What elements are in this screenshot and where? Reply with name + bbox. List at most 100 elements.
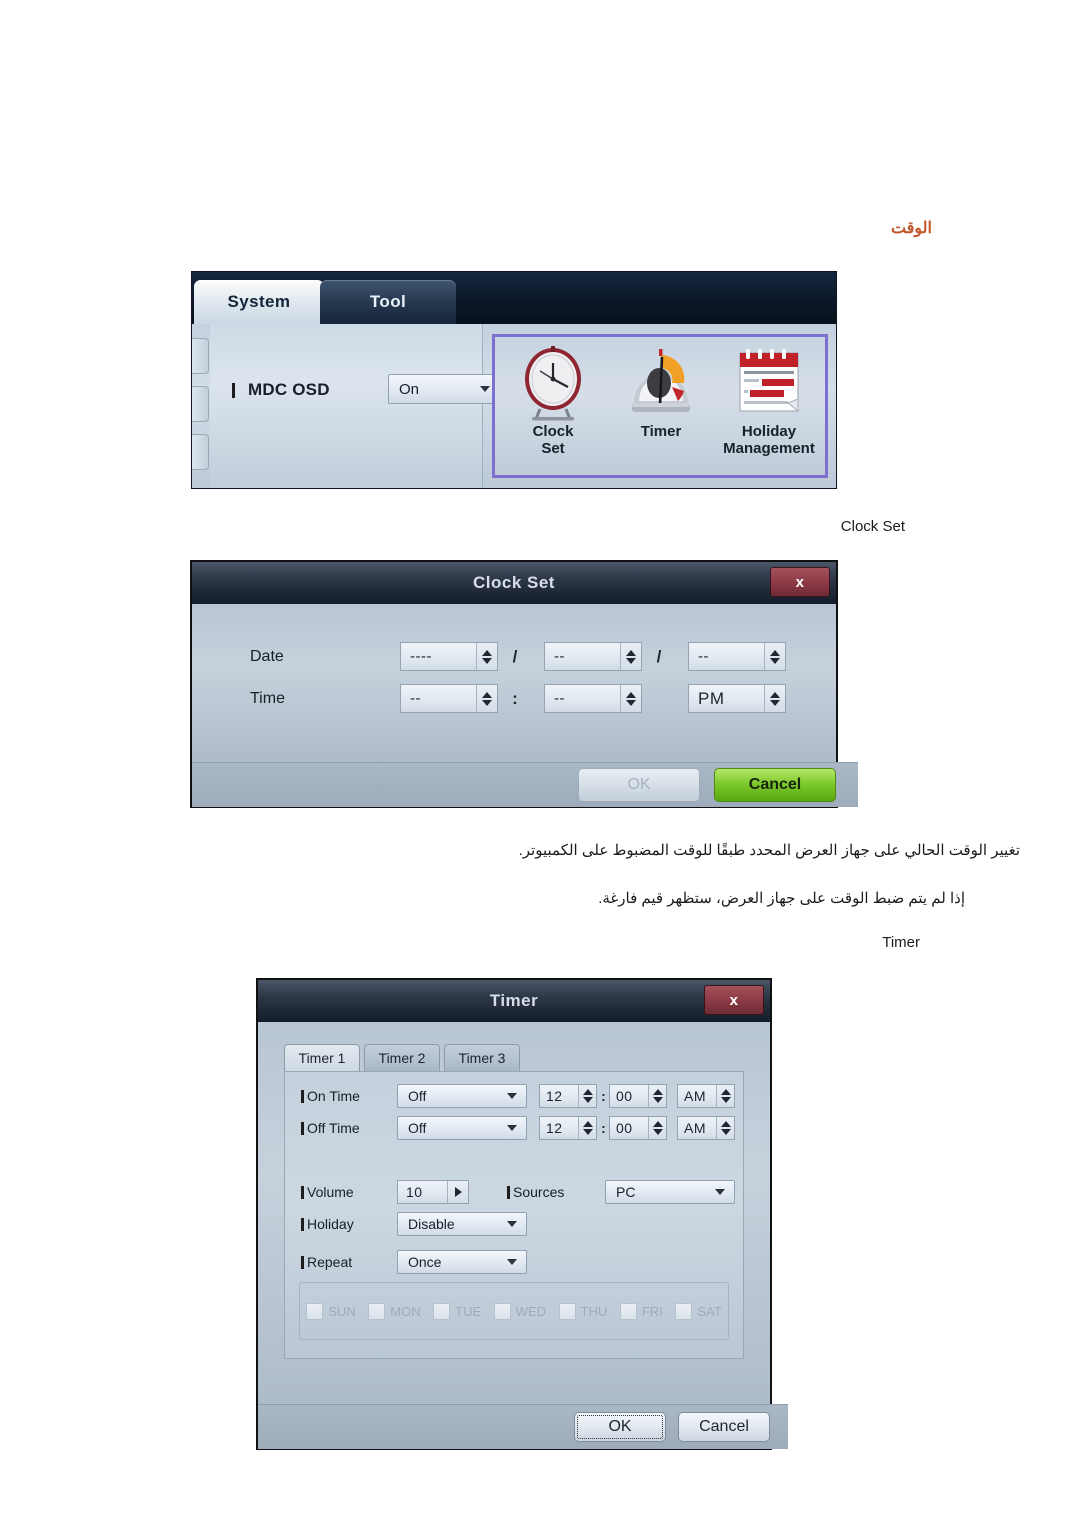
timer-cancel-button[interactable]: Cancel — [678, 1412, 770, 1442]
chevron-down-icon — [480, 386, 490, 392]
weekday-fri[interactable]: FRI — [619, 1302, 663, 1320]
checkbox-fri[interactable] — [619, 1302, 637, 1320]
timer-tabstrip: Timer 1 Timer 2 Timer 3 — [284, 1044, 744, 1072]
clock-set-title: Clock Set — [473, 573, 555, 592]
clock-set-ok-button[interactable]: OK — [578, 768, 700, 802]
weekday-thu[interactable]: THU — [558, 1302, 607, 1320]
time-meridiem-value: PM — [698, 688, 725, 708]
off-time-mode-dropdown[interactable]: Off — [397, 1116, 527, 1140]
tab-tool[interactable]: Tool — [320, 280, 456, 324]
weekday-sat-label: SAT — [697, 1303, 722, 1319]
volume-increase-button[interactable] — [447, 1181, 468, 1203]
timer-button[interactable]: Timer — [609, 343, 713, 475]
bullet-icon — [507, 1185, 510, 1199]
time-minute-spinner[interactable]: -- — [544, 684, 642, 713]
date-month-value: -- — [554, 648, 565, 665]
off-time-minute-stepper[interactable] — [648, 1117, 666, 1139]
time-meridiem-spinner[interactable]: PM — [688, 684, 786, 713]
weekday-sat[interactable]: SAT — [675, 1302, 722, 1320]
date-month-stepper[interactable] — [620, 643, 641, 670]
on-time-meridiem-spinner[interactable]: AM — [677, 1084, 735, 1108]
clock-set-label-l1: Clock — [532, 423, 574, 440]
timer-ok-label: OK — [608, 1418, 632, 1435]
on-time-meridiem-stepper[interactable] — [716, 1085, 734, 1107]
side-panel-stub-2[interactable] — [192, 386, 209, 422]
time-hour-stepper[interactable] — [476, 685, 497, 712]
off-time-meridiem-spinner[interactable]: AM — [677, 1116, 735, 1140]
date-day-value: -- — [698, 648, 709, 665]
date-month-spinner[interactable]: -- — [544, 642, 642, 671]
holiday-dropdown[interactable]: Disable — [397, 1212, 527, 1236]
checkbox-mon[interactable] — [368, 1302, 386, 1320]
on-time-hour-stepper[interactable] — [578, 1085, 596, 1107]
weekday-mon[interactable]: MON — [368, 1302, 421, 1320]
time-hour-spinner[interactable]: -- — [400, 684, 498, 713]
mdc-osd-value: On — [399, 380, 420, 398]
sources-label: Sources — [513, 1184, 565, 1200]
side-panel-stub-3[interactable] — [192, 434, 209, 470]
date-year-spinner[interactable]: ---- — [400, 642, 498, 671]
weekday-wed[interactable]: WED — [493, 1302, 546, 1320]
checkbox-sat[interactable] — [675, 1302, 693, 1320]
chevron-down-icon — [715, 1189, 725, 1195]
bullet-icon — [232, 382, 235, 398]
tab-timer-3[interactable]: Timer 3 — [444, 1044, 520, 1072]
time-label: Time — [250, 690, 285, 707]
close-label: x — [795, 573, 805, 591]
off-time-minute-spinner[interactable]: 00 — [609, 1116, 667, 1140]
description-paragraph-1: تغيير الوقت الحالي على جهاز العرض المحدد… — [518, 842, 1020, 859]
checkbox-thu[interactable] — [558, 1302, 576, 1320]
checkbox-sun[interactable] — [306, 1302, 324, 1320]
close-icon[interactable]: x — [770, 567, 830, 597]
volume-stepper[interactable]: 10 — [397, 1180, 469, 1204]
sources-value: PC — [616, 1184, 636, 1200]
weekday-sun[interactable]: SUN — [306, 1302, 356, 1320]
on-time-minute-spinner[interactable]: 00 — [609, 1084, 667, 1108]
off-time-hour-spinner[interactable]: 12 — [539, 1116, 597, 1140]
sources-dropdown[interactable]: PC — [605, 1180, 735, 1204]
time-meridiem-stepper[interactable] — [764, 685, 785, 712]
off-time-meridiem-stepper[interactable] — [716, 1117, 734, 1139]
system-settings-panel: MDC OSD On — [210, 324, 500, 488]
chevron-down-icon — [507, 1093, 517, 1099]
description-paragraph-2: إذا لم يتم ضبط الوقت على جهاز العرض، ستظ… — [598, 890, 965, 907]
timer-ok-button[interactable]: OK — [574, 1412, 666, 1442]
clock-set-button[interactable]: Clock Set — [501, 343, 605, 475]
clock-set-ok-label: OK — [627, 776, 651, 793]
on-time-label: On Time — [307, 1088, 360, 1104]
volume-value: 10 — [406, 1184, 423, 1200]
system-screen-header: System Tool — [192, 272, 836, 324]
time-hour-value: -- — [410, 690, 421, 707]
on-time-mode-value: Off — [408, 1088, 427, 1104]
date-day-spinner[interactable]: -- — [688, 642, 786, 671]
holiday-management-button[interactable]: Holiday Management — [717, 343, 821, 475]
timer-footer: OK Cancel — [258, 1404, 788, 1449]
checkbox-wed[interactable] — [493, 1302, 511, 1320]
date-year-stepper[interactable] — [476, 643, 497, 670]
mdc-osd-dropdown[interactable]: On — [388, 374, 500, 404]
on-time-mode-dropdown[interactable]: Off — [397, 1084, 527, 1108]
timer-label-l1: Timer — [640, 423, 682, 440]
close-icon[interactable]: x — [704, 985, 764, 1015]
date-separator-2: / — [656, 646, 662, 666]
time-minute-stepper[interactable] — [620, 685, 641, 712]
tab-timer-2-label: Timer 2 — [378, 1050, 426, 1066]
side-panel-stub-1[interactable] — [192, 338, 209, 374]
tab-system[interactable]: System — [194, 280, 324, 324]
weekday-sun-label: SUN — [328, 1303, 356, 1319]
repeat-label: Repeat — [307, 1254, 353, 1270]
weekday-tue[interactable]: TUE — [433, 1302, 481, 1320]
time-icon-group: Clock Set Timer Holiday Management — [492, 334, 828, 478]
off-time-hour-stepper[interactable] — [578, 1117, 596, 1139]
date-day-stepper[interactable] — [764, 643, 785, 670]
tab-timer-1[interactable]: Timer 1 — [284, 1044, 360, 1072]
repeat-dropdown[interactable]: Once — [397, 1250, 527, 1274]
chevron-down-icon — [507, 1259, 517, 1265]
off-time-row: Off Time — [301, 1120, 360, 1136]
weekday-fri-label: FRI — [641, 1303, 663, 1319]
on-time-minute-stepper[interactable] — [648, 1085, 666, 1107]
checkbox-tue[interactable] — [433, 1302, 451, 1320]
clock-set-cancel-button[interactable]: Cancel — [714, 768, 836, 802]
tab-timer-2[interactable]: Timer 2 — [364, 1044, 440, 1072]
on-time-hour-spinner[interactable]: 12 — [539, 1084, 597, 1108]
